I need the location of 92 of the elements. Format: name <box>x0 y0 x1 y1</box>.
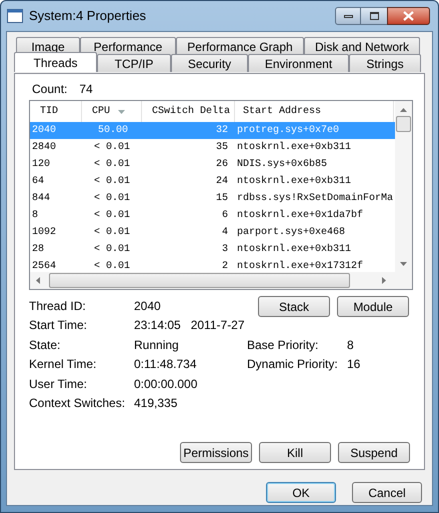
table-cell-text: 6 <box>220 209 229 223</box>
table-cell-text: ntoskrnl.exe+0xb311 <box>236 140 352 155</box>
table-cell-text: < 0.01 <box>93 175 132 189</box>
thread-row[interactable]: 2840 < 0.01 35 ntoskrnl.exe+0xb311 <box>30 139 395 156</box>
table-cell-text: protreg.sys+0x7e0 <box>236 124 340 138</box>
thread-row[interactable]: 120 < 0.01 26 NDIS.sys+0x6b85 <box>30 156 395 173</box>
tab[interactable]: Strings <box>349 54 421 72</box>
scroll-thumb[interactable] <box>49 273 350 288</box>
count-label: Count: <box>32 81 68 98</box>
button[interactable]: OK <box>266 482 336 503</box>
table-cell-text: 15 <box>214 192 229 206</box>
table-cell-text: < 0.01 <box>93 260 132 274</box>
tab[interactable]: Performance Graph <box>176 37 304 55</box>
thread-row[interactable]: 8 < 0.01 6 ntoskrnl.exe+0x1da7bf <box>30 207 395 224</box>
detail-value: 419,335 <box>134 395 178 412</box>
table-cell-text: 1092 <box>31 226 58 240</box>
table-cell-text: 50.00 <box>97 124 130 138</box>
tab[interactable]: Disk and Network <box>304 37 420 55</box>
detail-label: State: <box>29 336 62 354</box>
table-cell-text: ntoskrnl.exe+0xb311 <box>236 242 352 257</box>
thread-row[interactable]: 1092 < 0.01 4 parport.sys+0xe468 <box>30 224 395 241</box>
button[interactable]: Kill <box>259 442 331 463</box>
button[interactable]: Suspend <box>338 442 410 463</box>
scroll-down-icon[interactable] <box>400 262 407 266</box>
button[interactable]: Cancel <box>352 482 422 503</box>
tab[interactable]: Performance <box>80 37 176 55</box>
horizontal-scrollbar[interactable] <box>30 272 412 289</box>
detail-value: 0:11:48.734 <box>134 356 197 374</box>
detail-label: Context Switches: <box>29 395 126 412</box>
priority-label: Base Priority: <box>247 336 320 354</box>
table-cell-text: 35 <box>214 141 229 155</box>
table-cell-text: 120 <box>31 158 52 172</box>
table-cell-text: < 0.01 <box>93 226 132 240</box>
table-cell-text: < 0.01 <box>93 243 132 257</box>
priority-value: 16 <box>347 356 360 374</box>
table-cell-text: < 0.01 <box>93 158 132 172</box>
table-cell-text: 2 <box>220 260 229 274</box>
table-cell-text: 32 <box>214 124 229 138</box>
window-title: System:4 Properties <box>29 7 148 26</box>
table-cell-text: ntoskrnl.exe+0xb311 <box>236 174 352 189</box>
count-value: 74 <box>79 81 93 98</box>
thread-row[interactable]: 844 < 0.01 15 rdbss.sys!RxSetDomainForMa <box>30 190 395 207</box>
thread-row[interactable]: 64 < 0.01 24 ntoskrnl.exe+0xb311 <box>30 173 395 190</box>
close-button[interactable] <box>387 7 430 25</box>
scroll-thumb[interactable] <box>396 116 411 132</box>
table-cell-text: 26 <box>214 158 229 172</box>
tab[interactable]: Environment <box>248 54 349 72</box>
table-cell-text: 2040 <box>31 124 58 138</box>
scroll-left-icon[interactable] <box>36 277 40 284</box>
tab[interactable]: Threads <box>14 52 97 72</box>
window-icon <box>7 9 23 23</box>
table-cell-text: 24 <box>214 175 229 189</box>
tab[interactable]: Security <box>171 54 248 72</box>
table-cell-text: parport.sys+0xe468 <box>236 226 346 240</box>
minimize-button[interactable] <box>335 7 361 25</box>
detail-value: 0:00:00.000 <box>134 376 198 393</box>
table-cell-text: 844 <box>31 192 52 206</box>
detail-label: Start Time: <box>29 317 88 334</box>
table-cell-text: ntoskrnl.exe+0x17312f <box>236 260 364 274</box>
table-cell-text: 2564 <box>31 260 58 274</box>
detail-value: 2040 <box>134 298 161 315</box>
table-cell-text: < 0.01 <box>93 209 132 223</box>
detail-label: Kernel Time: <box>29 356 98 374</box>
maximize-button[interactable] <box>361 7 387 25</box>
thread-row[interactable]: 28 < 0.01 3 ntoskrnl.exe+0xb311 <box>30 241 395 258</box>
table-cell-text: 3 <box>220 243 229 257</box>
detail-value: 23:14:05 2011-7-27 <box>134 317 245 334</box>
table-cell-text: 2840 <box>31 141 58 155</box>
table-cell-text: < 0.01 <box>93 192 132 206</box>
button[interactable]: Module <box>337 296 409 317</box>
scroll-right-icon[interactable] <box>382 277 386 284</box>
table-cell-text: 28 <box>31 243 46 257</box>
priority-label: Dynamic Priority: <box>247 356 339 374</box>
table-cell-text: ntoskrnl.exe+0x1da7bf <box>236 208 364 223</box>
detail-value: Running <box>134 336 179 354</box>
table-cell-text: 4 <box>220 226 229 240</box>
vertical-scrollbar[interactable] <box>395 101 412 272</box>
table-cell-text: NDIS.sys+0x6b85 <box>236 158 328 172</box>
table-cell-text: 64 <box>31 175 46 189</box>
button[interactable]: Stack <box>258 296 330 317</box>
table-cell-text: rdbss.sys!RxSetDomainForMa <box>236 192 394 206</box>
tab[interactable]: TCP/IP <box>97 54 171 72</box>
button[interactable]: Permissions <box>180 442 252 463</box>
table-cell-text: < 0.01 <box>93 141 132 155</box>
table-cell-text: 8 <box>31 209 40 223</box>
sort-caret-icon <box>118 110 126 114</box>
priority-value: 8 <box>347 336 354 354</box>
scroll-up-icon[interactable] <box>400 108 407 112</box>
close-icon <box>403 11 414 21</box>
detail-label: Thread ID: <box>29 298 87 315</box>
thread-row[interactable]: 2564 < 0.01 2 ntoskrnl.exe+0x17312f <box>30 258 395 275</box>
detail-label: User Time: <box>29 376 88 393</box>
